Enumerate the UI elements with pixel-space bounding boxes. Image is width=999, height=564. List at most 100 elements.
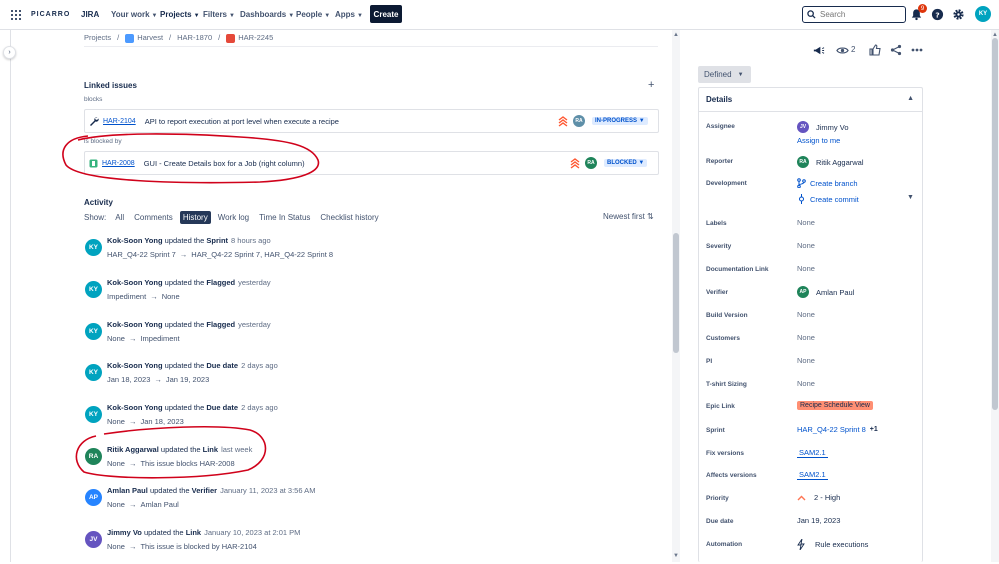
scroll-up-icon[interactable]: ▲ — [992, 32, 998, 38]
breadcrumb-current-issue[interactable]: HAR-2245 — [226, 33, 273, 43]
create-commit-link[interactable]: Create commit — [797, 194, 859, 204]
settings-gear-icon[interactable] — [952, 8, 965, 21]
activity-author[interactable]: Jimmy Vo — [107, 528, 142, 537]
severity-value[interactable]: None — [797, 241, 815, 250]
nav-label: Filters — [203, 10, 228, 19]
scroll-down-icon[interactable]: ▼ — [673, 553, 679, 559]
add-link-plus-icon[interactable]: + — [648, 79, 654, 91]
avatar[interactable]: KY — [85, 239, 102, 256]
chevron-down-icon[interactable]: ▼ — [907, 194, 914, 201]
share-icon[interactable] — [890, 44, 902, 56]
activity-verb: updated the — [164, 361, 205, 370]
assignee-value[interactable]: JV Jimmy Vo — [797, 121, 849, 133]
activity-header: Jimmy Vo updated the Link January 10, 202… — [107, 528, 300, 537]
activity-author[interactable]: Kok-Soon Yong — [107, 403, 163, 412]
epic-link-value[interactable]: Recipe Schedule View — [797, 401, 873, 410]
avatar[interactable]: RA — [85, 448, 102, 465]
status-lozenge[interactable]: BLOCKED ▼ — [604, 159, 648, 167]
field-label: Reporter — [706, 158, 734, 165]
nav-your-work[interactable]: Your work ▼ — [111, 10, 157, 19]
linked-issue-row[interactable]: HAR-2104 API to report execution at port… — [84, 109, 659, 133]
user-avatar[interactable]: KY — [975, 6, 991, 22]
chevron-up-icon[interactable]: ▲ — [907, 95, 914, 102]
activity-author[interactable]: Kok-Soon Yong — [107, 320, 163, 329]
fix-versions-value[interactable]: SAM2.1 — [797, 448, 828, 458]
main-scrollbar-thumb[interactable] — [673, 233, 679, 353]
nav-projects[interactable]: Projects ▼ — [160, 10, 200, 19]
avatar[interactable]: AP — [85, 489, 102, 506]
avatar[interactable]: KY — [85, 364, 102, 381]
tshirt-value[interactable]: None — [797, 379, 815, 388]
activity-author[interactable]: Kok-Soon Yong — [107, 361, 163, 370]
nav-dashboards[interactable]: Dashboards ▼ — [240, 10, 294, 19]
filter-work-log[interactable]: Work log — [215, 211, 252, 224]
linked-issue-key[interactable]: HAR-2104 — [103, 118, 136, 125]
due-date-value[interactable]: Jan 19, 2023 — [797, 516, 840, 525]
sprint-extra-count: +1 — [869, 426, 878, 433]
sprint-name: HAR_Q4-22 Sprint 8 — [797, 425, 866, 434]
help-icon[interactable]: ? — [931, 8, 944, 21]
avatar[interactable]: KY — [85, 406, 102, 423]
activity-author[interactable]: Kok-Soon Yong — [107, 236, 163, 245]
priority-value[interactable]: 2 - High — [797, 493, 840, 502]
create-commit-label: Create commit — [810, 194, 859, 204]
create-button[interactable]: Create — [370, 5, 402, 23]
reporter-value[interactable]: RA Ritik Aggarwal — [797, 156, 864, 168]
app-switcher-icon[interactable] — [11, 10, 21, 20]
linked-issue-row[interactable]: HAR-2008 GUI - Create Details box for a … — [84, 151, 659, 175]
filter-history[interactable]: History — [179, 211, 211, 224]
workflow-status-button[interactable]: Defined ▼ — [698, 66, 751, 83]
automation-value[interactable]: Rule executions — [797, 539, 868, 550]
avatar[interactable]: KY — [85, 281, 102, 298]
project-icon — [125, 33, 135, 43]
sprint-value[interactable]: HAR_Q4-22 Sprint 8 +1 — [797, 425, 878, 434]
activity-author[interactable]: Ritik Aggarwal — [107, 445, 159, 454]
details-scrollbar-thumb[interactable] — [992, 38, 998, 410]
create-branch-link[interactable]: Create branch — [797, 178, 858, 188]
labels-value[interactable]: None — [797, 218, 815, 227]
documentation-link-value[interactable]: None — [797, 264, 815, 273]
watch-eye-icon[interactable] — [836, 45, 849, 56]
filter-all[interactable]: All — [112, 211, 127, 224]
details-header[interactable]: Details ▲ — [699, 88, 922, 112]
filter-comments[interactable]: Comments — [131, 211, 176, 224]
search-box[interactable] — [802, 6, 906, 23]
assign-to-me-link[interactable]: Assign to me — [797, 136, 840, 145]
arrow-right-icon: → — [150, 292, 158, 301]
affects-versions-value[interactable]: SAM2.1 — [797, 470, 828, 480]
linked-issue-summary[interactable]: API to report execution at port level wh… — [145, 117, 339, 126]
change-from: None — [107, 459, 125, 468]
nav-filters[interactable]: Filters ▼ — [203, 10, 235, 19]
filter-checklist-history[interactable]: Checklist history — [317, 211, 381, 224]
activity-author[interactable]: Amlan Paul — [107, 486, 148, 495]
pi-value[interactable]: None — [797, 356, 815, 365]
linked-issue-key[interactable]: HAR-2008 — [102, 160, 135, 167]
top-navigation: PICARRO JIRA Your work ▼ Projects ▼ Filter… — [0, 0, 999, 30]
breadcrumb-parent-issue[interactable]: HAR-1870 — [177, 33, 212, 42]
like-thumbs-up-icon[interactable] — [869, 44, 881, 56]
product-name[interactable]: JIRA — [81, 10, 99, 19]
brand-logo[interactable]: PICARRO — [31, 11, 70, 18]
avatar[interactable]: JV — [85, 531, 102, 548]
nav-apps[interactable]: Apps ▼ — [335, 10, 363, 19]
change-to: None — [161, 292, 180, 301]
breadcrumb-projects[interactable]: Projects — [84, 33, 111, 42]
search-input[interactable] — [820, 10, 900, 19]
chevron-right-icon[interactable]: › — [3, 46, 16, 59]
avatar[interactable]: KY — [85, 323, 102, 340]
verifier-value[interactable]: AP Amlan Paul — [797, 286, 854, 298]
breadcrumb-harvest[interactable]: Harvest — [125, 33, 163, 43]
sort-order-button[interactable]: Newest first ⇅ — [603, 212, 654, 221]
nav-people[interactable]: People ▼ — [296, 10, 330, 19]
feedback-megaphone-icon[interactable] — [812, 44, 825, 57]
notification-badge: 9 — [918, 4, 927, 13]
filter-time-in-status[interactable]: Time In Status — [256, 211, 313, 224]
status-lozenge[interactable]: IN-PROGRESS ▼ — [592, 117, 648, 125]
more-options-icon[interactable] — [911, 48, 923, 52]
linked-issue-summary[interactable]: GUI - Create Details box for a Job (righ… — [144, 159, 305, 168]
build-version-value[interactable]: None — [797, 310, 815, 319]
watch-count: 2 — [851, 45, 856, 54]
customers-value[interactable]: None — [797, 333, 815, 342]
activity-author[interactable]: Kok-Soon Yong — [107, 278, 163, 287]
scroll-up-icon[interactable]: ▲ — [673, 32, 679, 38]
